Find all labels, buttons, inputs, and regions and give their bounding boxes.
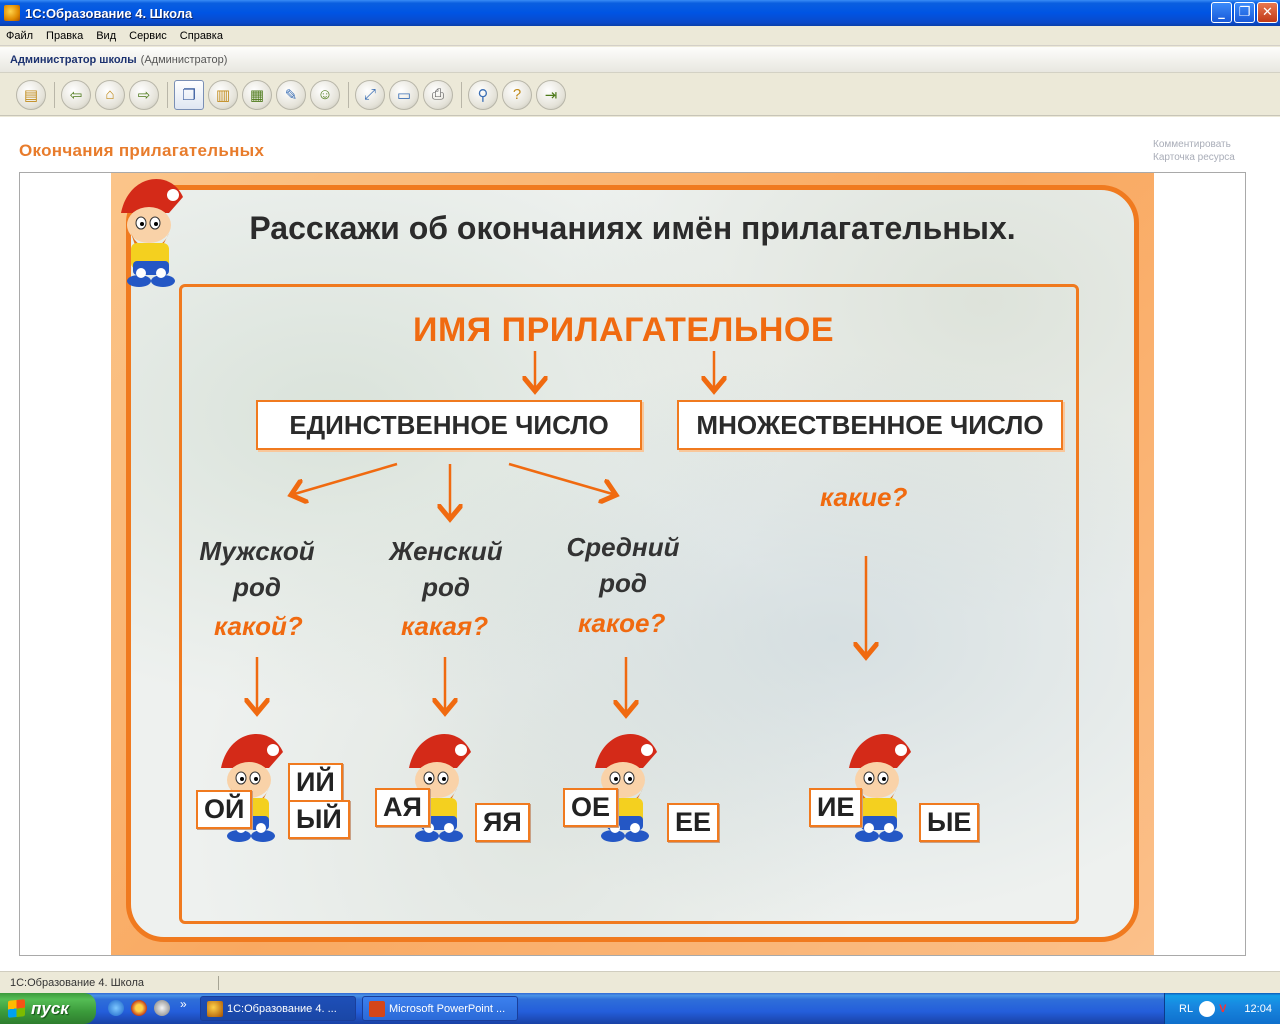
resize-icon[interactable]: ⤢ xyxy=(355,79,385,110)
status-bar: 1С:Образование 4. Школа xyxy=(0,971,1280,993)
menu-file[interactable]: Файл xyxy=(0,30,40,42)
ending-ye: ЫЕ xyxy=(919,803,980,842)
exit-icon[interactable]: ⇥ xyxy=(536,79,566,110)
window-title: 1С:Образование 4. Школа xyxy=(25,5,193,21)
system-tray: RL V 12:04 xyxy=(1164,993,1280,1024)
language-indicator[interactable]: RL xyxy=(1179,1003,1193,1015)
edit-icon[interactable]: ✎ xyxy=(276,79,306,110)
start-button[interactable]: пуск xyxy=(0,993,96,1024)
toolbar: ▤ ⇦ ⌂ ⇨ ❐ ▥ ▦ ✎ ☺ ⤢ ▭ ⎙ ⚲ ? ⇥ xyxy=(0,74,1280,116)
menu-help[interactable]: Справка xyxy=(174,30,230,42)
ending-iy: ИЙ xyxy=(288,763,343,802)
start-label: пуск xyxy=(31,998,69,1018)
ending-aya: АЯ xyxy=(375,788,430,827)
status-text: 1С:Образование 4. Школа xyxy=(10,976,145,989)
help-icon[interactable]: ? xyxy=(502,79,532,110)
ending-ie: ИЕ xyxy=(809,788,863,827)
slide: Расскажи об окончаниях имён прилагательн… xyxy=(111,173,1154,955)
user-role: (Администратор) xyxy=(140,53,228,66)
maximize-button[interactable]: ❐ xyxy=(1234,2,1255,23)
display-icon[interactable]: ▭ xyxy=(389,79,419,110)
menu-bar: Файл Правка Вид Сервис Справка xyxy=(0,26,1280,46)
task-1c-label: 1С:Образование 4. ... xyxy=(227,1002,337,1015)
search-icon[interactable]: ⚲ xyxy=(468,79,498,110)
quicklaunch-more[interactable]: » xyxy=(180,997,187,1011)
status-separator xyxy=(218,975,220,990)
clock: 12:04 xyxy=(1244,1002,1272,1015)
toolbar-separator xyxy=(167,81,168,108)
antivirus-icon[interactable]: V xyxy=(1219,1003,1226,1015)
gnome-illustration xyxy=(121,178,183,287)
taskbar: пуск » 1С:Образование 4. ... Microsoft P… xyxy=(0,993,1280,1024)
toolbar-separator xyxy=(461,81,462,108)
print-icon[interactable]: ⎙ xyxy=(423,79,453,110)
ending-oy: ОЙ xyxy=(196,790,253,829)
bookshelf-icon[interactable]: ▦ xyxy=(242,79,272,110)
internet-explorer-icon[interactable] xyxy=(108,1000,124,1016)
outlook-icon[interactable] xyxy=(154,1000,170,1016)
task-1c[interactable]: 1С:Образование 4. ... xyxy=(200,996,356,1021)
user-name: Администратор школы xyxy=(10,53,137,66)
ending-oe: ОЕ xyxy=(563,788,619,827)
toolbar-separator xyxy=(348,81,349,108)
comment-link[interactable]: Комментировать xyxy=(1153,138,1235,151)
task-powerpoint[interactable]: Microsoft PowerPoint ... xyxy=(362,996,518,1021)
ending-yy: ЫЙ xyxy=(288,800,350,839)
page-title: Окончания прилагательных xyxy=(19,141,265,160)
user-bar: Администратор школы (Администратор) xyxy=(0,47,1280,73)
gnome-illustrations xyxy=(121,178,912,843)
app-icon xyxy=(4,5,20,21)
menu-service[interactable]: Сервис xyxy=(123,30,174,42)
catalog-icon[interactable]: ▤ xyxy=(16,79,46,110)
close-button[interactable]: ✕ xyxy=(1257,2,1278,23)
back-arrow-icon[interactable]: ⇦ xyxy=(61,79,91,110)
windows-flag-icon xyxy=(8,999,25,1018)
task-powerpoint-label: Microsoft PowerPoint ... xyxy=(389,1002,506,1015)
ending-ee: ЕЕ xyxy=(667,803,720,842)
resource-card-link[interactable]: Карточка ресурса xyxy=(1153,151,1235,164)
title-bar: 1С:Образование 4. Школа _ ❐ ✕ xyxy=(0,0,1280,26)
menu-edit[interactable]: Правка xyxy=(40,30,90,42)
page-icon[interactable]: ❐ xyxy=(174,79,204,110)
app-icon xyxy=(207,1001,223,1017)
home-icon[interactable]: ⌂ xyxy=(95,79,125,110)
side-links: Комментировать Карточка ресурса xyxy=(1153,138,1235,164)
powerpoint-icon xyxy=(369,1001,385,1017)
minimize-button[interactable]: _ xyxy=(1211,2,1232,23)
menu-view[interactable]: Вид xyxy=(90,30,123,42)
book-icon[interactable]: ▥ xyxy=(208,79,238,110)
tray-arrow-icon[interactable] xyxy=(1199,1000,1216,1017)
toolbar-separator xyxy=(54,81,55,108)
ending-yaya: ЯЯ xyxy=(475,803,530,842)
users-icon[interactable]: ☺ xyxy=(310,79,340,110)
media-player-icon[interactable] xyxy=(131,1000,147,1016)
forward-arrow-icon[interactable]: ⇨ xyxy=(129,79,159,110)
